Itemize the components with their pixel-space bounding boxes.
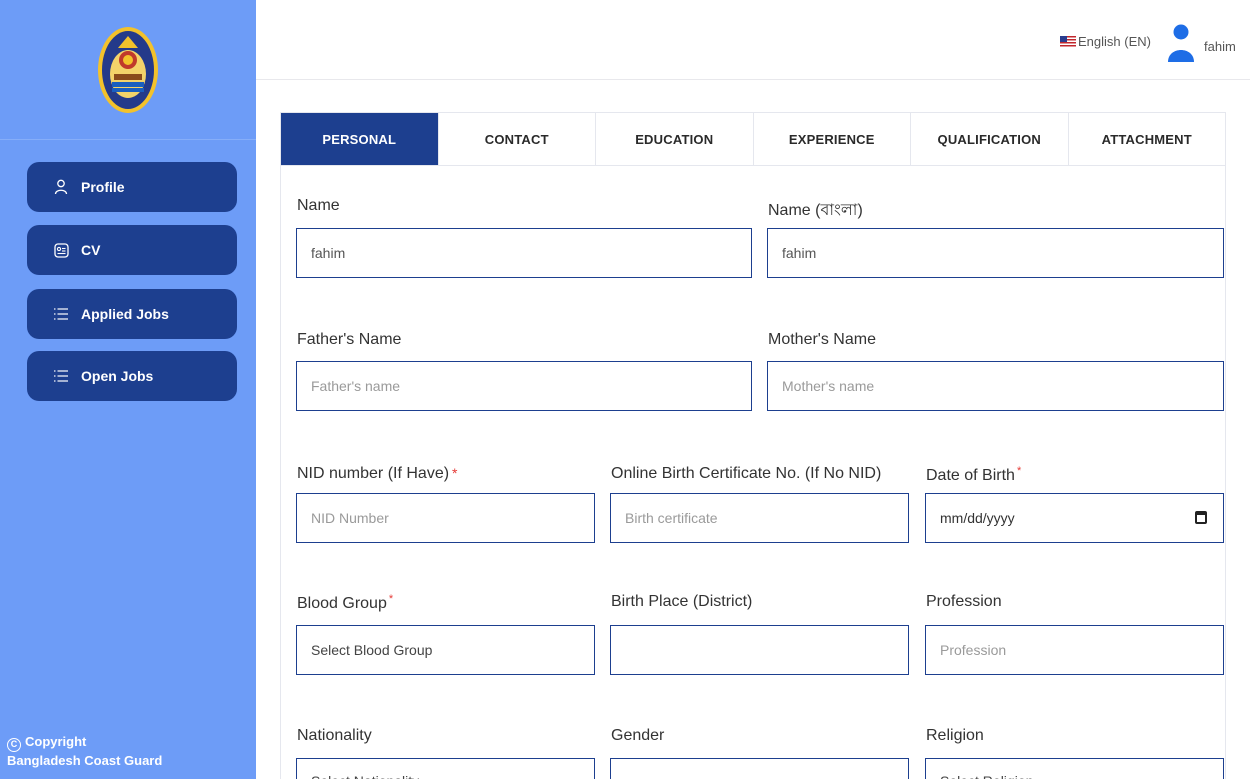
dob-label: Date of Birth * <box>926 465 1021 485</box>
id-card-icon <box>53 242 69 258</box>
nid-label-text: NID number (If Have) <box>297 465 450 482</box>
birth-certificate-input[interactable]: Birth certificate <box>610 493 909 543</box>
sidebar-item-cv[interactable]: CV <box>27 225 237 275</box>
list-icon <box>53 368 69 384</box>
sidebar-item-label: Open Jobs <box>81 368 154 384</box>
sidebar-item-label: Applied Jobs <box>81 306 169 322</box>
tab-experience[interactable]: EXPERIENCE <box>754 113 911 165</box>
list-icon <box>53 306 69 322</box>
birth-place-label: Birth Place (District) <box>611 593 753 610</box>
sidebar-item-applied-jobs[interactable]: Applied Jobs <box>27 289 237 339</box>
user-name: fahim <box>1204 39 1236 54</box>
nationality-label: Nationality <box>297 727 372 744</box>
tab-qualification[interactable]: QUALIFICATION <box>911 113 1069 165</box>
name-bn-label: Name (বাংলা) <box>768 202 863 219</box>
mother-name-label: Mother's Name <box>768 331 876 348</box>
copyright-icon: C <box>7 738 21 752</box>
birth-certificate-label: Online Birth Certificate No. (If No NID) <box>611 465 882 482</box>
person-icon <box>53 179 69 195</box>
tab-contact[interactable]: CONTACT <box>439 113 596 165</box>
user-avatar-icon <box>1168 22 1194 67</box>
profession-label: Profession <box>926 593 1002 610</box>
sidebar-item-profile[interactable]: Profile <box>27 162 237 212</box>
nid-input[interactable]: NID Number <box>296 493 595 543</box>
blood-group-label-text: Blood Group <box>297 595 387 612</box>
dob-placeholder: mm/dd/yyyy <box>940 510 1015 526</box>
required-mark: * <box>452 465 458 481</box>
language-switcher[interactable]: English (EN) <box>1060 34 1151 49</box>
required-mark: * <box>1016 465 1022 477</box>
religion-select[interactable]: Select Religion <box>925 758 1224 779</box>
profession-input[interactable]: Profession <box>925 625 1224 675</box>
calendar-icon[interactable] <box>1195 511 1207 524</box>
user-menu[interactable]: fahim <box>1168 22 1236 67</box>
sidebar: Profile CV Applied Jobs Open Jobs C Copyr… <box>0 0 256 779</box>
us-flag-icon <box>1060 36 1076 47</box>
birth-place-select[interactable] <box>610 625 909 675</box>
profile-tabs: PERSONAL CONTACT EDUCATION EXPERIENCE QU… <box>281 113 1225 166</box>
dob-label-text: Date of Birth <box>926 467 1015 484</box>
required-mark: * <box>388 593 394 605</box>
name-label: Name <box>297 197 340 214</box>
sidebar-item-label: CV <box>81 242 101 258</box>
gender-select[interactable] <box>610 758 909 779</box>
tab-personal[interactable]: PERSONAL <box>281 113 439 165</box>
profile-panel: PERSONAL CONTACT EDUCATION EXPERIENCE QU… <box>280 112 1226 779</box>
tab-education[interactable]: EDUCATION <box>596 113 754 165</box>
gender-label: Gender <box>611 727 665 744</box>
sidebar-item-label: Profile <box>81 179 125 195</box>
copyright: C Copyright Bangladesh Coast Guard <box>7 733 162 770</box>
coast-guard-logo[interactable] <box>96 24 160 116</box>
father-name-input[interactable]: Father's name <box>296 361 752 411</box>
mother-name-input[interactable]: Mother's name <box>767 361 1224 411</box>
dob-input[interactable]: mm/dd/yyyy <box>925 493 1224 543</box>
name-bn-input[interactable]: fahim <box>767 228 1224 278</box>
sidebar-item-open-jobs[interactable]: Open Jobs <box>27 351 237 401</box>
tab-attachment[interactable]: ATTACHMENT <box>1069 113 1226 165</box>
nationality-select[interactable]: Select Nationality <box>296 758 595 779</box>
blood-group-select[interactable]: Select Blood Group <box>296 625 595 675</box>
language-label: English (EN) <box>1078 34 1151 49</box>
copyright-label: Copyright <box>25 734 87 749</box>
logo-area <box>0 0 256 140</box>
top-header: English (EN) fahim <box>256 0 1250 80</box>
religion-label: Religion <box>926 727 984 744</box>
blood-group-label: Blood Group * <box>297 593 393 613</box>
copyright-org: Bangladesh Coast Guard <box>7 753 163 768</box>
father-name-label: Father's Name <box>297 331 402 348</box>
name-input[interactable]: fahim <box>296 228 752 278</box>
nid-label: NID number (If Have) * <box>297 465 458 483</box>
